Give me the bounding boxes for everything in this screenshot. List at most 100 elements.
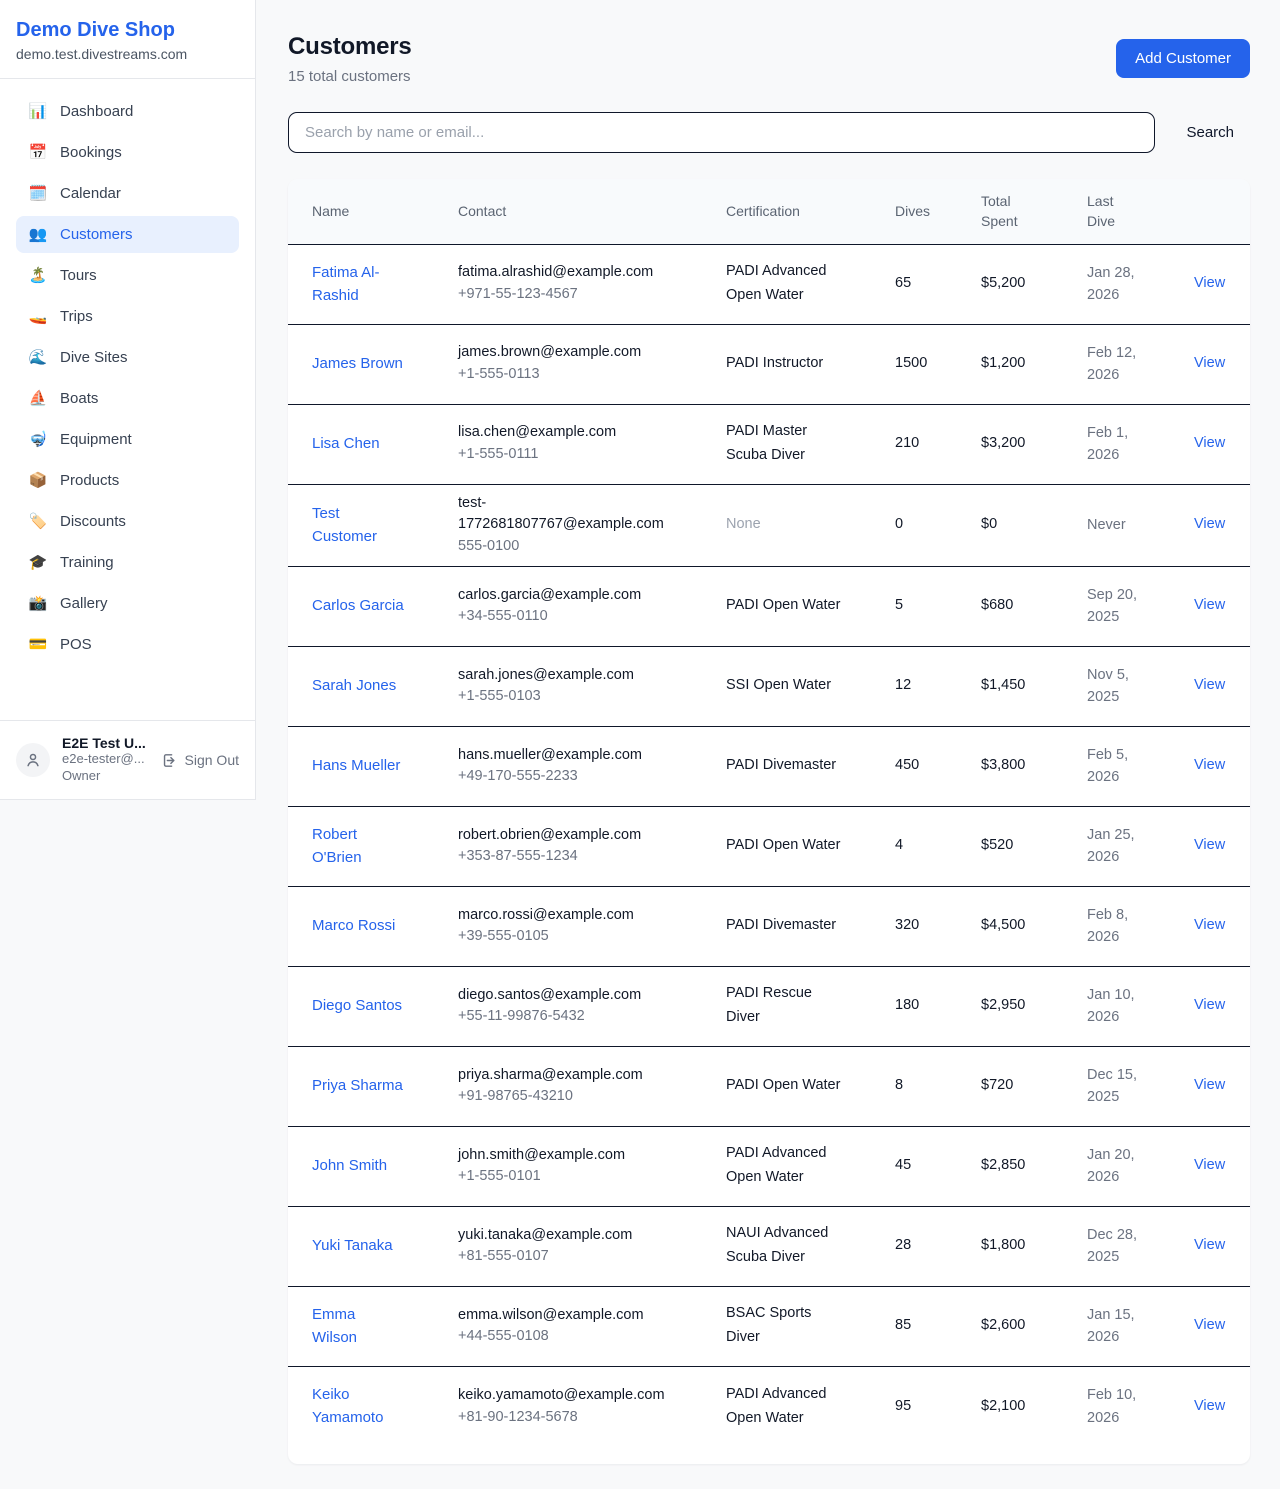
view-customer-link[interactable]: View	[1194, 435, 1225, 451]
sidebar-item-trips[interactable]: 🚤Trips	[16, 298, 239, 335]
customer-certification: PADI Rescue Diver	[726, 982, 846, 1030]
search-input[interactable]	[288, 112, 1155, 153]
sidebar: Demo Dive Shop demo.test.divestreams.com…	[0, 0, 256, 800]
customer-total-spent: $720	[981, 1046, 1087, 1126]
column-header	[1194, 179, 1250, 244]
sign-out-button[interactable]: Sign Out	[161, 752, 239, 769]
wave-icon: 🌊	[28, 350, 48, 365]
user-role: Owner	[62, 768, 149, 785]
customer-certification: PADI Divemaster	[726, 914, 846, 938]
customer-last-dive: Jan 10, 2026	[1087, 984, 1149, 1029]
sidebar-item-boats[interactable]: ⛵Boats	[16, 380, 239, 417]
spiral-calendar-icon: 🗓️	[28, 186, 48, 201]
view-customer-link[interactable]: View	[1194, 837, 1225, 853]
customer-phone: +49-170-555-2233	[458, 766, 714, 788]
customer-total-spent: $0	[981, 484, 1087, 566]
sidebar-item-bookings[interactable]: 📅Bookings	[16, 134, 239, 171]
credit-card-icon: 💳	[28, 637, 48, 652]
customer-total-spent: $4,500	[981, 886, 1087, 966]
view-customer-link[interactable]: View	[1194, 997, 1225, 1013]
brand-link[interactable]: Demo Dive Shop demo.test.divestreams.com	[0, 0, 255, 79]
sidebar-item-gallery[interactable]: 📸Gallery	[16, 585, 239, 622]
customer-dives: 65	[895, 244, 981, 324]
bar-chart-icon: 📊	[28, 104, 48, 119]
island-icon: 🏝️	[28, 268, 48, 283]
customer-last-dive: Feb 5, 2026	[1087, 744, 1149, 789]
sidebar-item-dashboard[interactable]: 📊Dashboard	[16, 93, 239, 130]
sidebar-item-label: Equipment	[60, 431, 132, 448]
customer-name-link[interactable]: Emma Wilson	[312, 1303, 404, 1350]
view-customer-link[interactable]: View	[1194, 1077, 1225, 1093]
customer-last-dive: Nov 5, 2025	[1087, 664, 1149, 709]
person-icon	[24, 751, 42, 769]
customers-table: NameContactCertificationDivesTotal Spent…	[288, 179, 1250, 1446]
view-customer-link[interactable]: View	[1194, 597, 1225, 613]
customer-name-link[interactable]: Hans Mueller	[312, 754, 400, 777]
customer-email: diego.santos@example.com	[458, 985, 680, 1007]
customer-name-link[interactable]: Diego Santos	[312, 994, 402, 1017]
view-customer-link[interactable]: View	[1194, 1237, 1225, 1253]
customers-table-card: NameContactCertificationDivesTotal Spent…	[288, 179, 1250, 1464]
view-customer-link[interactable]: View	[1194, 1317, 1225, 1333]
table-row: John Smithjohn.smith@example.com+1-555-0…	[288, 1126, 1250, 1206]
customer-name-link[interactable]: Sarah Jones	[312, 674, 396, 697]
view-customer-link[interactable]: View	[1194, 355, 1225, 371]
search-button[interactable]: Search	[1186, 116, 1234, 149]
view-customer-link[interactable]: View	[1194, 1398, 1225, 1414]
page-title: Customers	[288, 33, 412, 61]
sidebar-item-calendar[interactable]: 🗓️Calendar	[16, 175, 239, 212]
customer-certification: PADI Open Water	[726, 834, 846, 858]
column-header: Contact	[458, 179, 726, 244]
customer-name-link[interactable]: Robert O'Brien	[312, 823, 404, 870]
table-row: Fatima Al-Rashidfatima.alrashid@example.…	[288, 244, 1250, 324]
customer-email: marco.rossi@example.com	[458, 905, 680, 927]
customer-certification: PADI Divemaster	[726, 754, 846, 778]
table-header: NameContactCertificationDivesTotal Spent…	[288, 179, 1250, 244]
view-customer-link[interactable]: View	[1194, 275, 1225, 291]
customer-phone: +1-555-0103	[458, 686, 714, 708]
sidebar-item-pos[interactable]: 💳POS	[16, 626, 239, 663]
customer-name-link[interactable]: John Smith	[312, 1154, 387, 1177]
table-row: Yuki Tanakayuki.tanaka@example.com+81-55…	[288, 1206, 1250, 1286]
customer-name-link[interactable]: Fatima Al-Rashid	[312, 261, 404, 308]
view-customer-link[interactable]: View	[1194, 917, 1225, 933]
view-customer-link[interactable]: View	[1194, 1157, 1225, 1173]
view-customer-link[interactable]: View	[1194, 757, 1225, 773]
customer-total-spent: $2,600	[981, 1286, 1087, 1366]
sidebar-item-equipment[interactable]: 🤿Equipment	[16, 421, 239, 458]
sidebar-item-dive-sites[interactable]: 🌊Dive Sites	[16, 339, 239, 376]
sidebar-item-discounts[interactable]: 🏷️Discounts	[16, 503, 239, 540]
customer-name-link[interactable]: Carlos Garcia	[312, 594, 404, 617]
customer-dives: 5	[895, 566, 981, 646]
sidebar-item-products[interactable]: 📦Products	[16, 462, 239, 499]
search-bar: Search	[288, 112, 1250, 153]
customer-phone: +91-98765-43210	[458, 1086, 714, 1108]
customer-name-link[interactable]: Priya Sharma	[312, 1074, 403, 1097]
table-row: Emma Wilsonemma.wilson@example.com+44-55…	[288, 1286, 1250, 1366]
customer-dives: 4	[895, 806, 981, 886]
view-customer-link[interactable]: View	[1194, 677, 1225, 693]
customer-dives: 85	[895, 1286, 981, 1366]
sidebar-item-customers[interactable]: 👥Customers	[16, 216, 239, 253]
customer-total-spent: $5,200	[981, 244, 1087, 324]
customer-total-spent: $680	[981, 566, 1087, 646]
customer-name-link[interactable]: Keiko Yamamoto	[312, 1383, 404, 1430]
customer-name-link[interactable]: Test Customer	[312, 502, 404, 549]
view-customer-link[interactable]: View	[1194, 516, 1225, 532]
customer-name-link[interactable]: Lisa Chen	[312, 432, 380, 455]
customer-name-link[interactable]: James Brown	[312, 352, 403, 375]
customer-last-dive: Jan 25, 2026	[1087, 824, 1149, 869]
customer-name-link[interactable]: Yuki Tanaka	[312, 1234, 393, 1257]
customers-table-body: Fatima Al-Rashidfatima.alrashid@example.…	[288, 244, 1250, 1446]
customer-certification: PADI Advanced Open Water	[726, 260, 846, 308]
sidebar-item-tours[interactable]: 🏝️Tours	[16, 257, 239, 294]
customer-email: sarah.jones@example.com	[458, 665, 680, 687]
customer-total-spent: $520	[981, 806, 1087, 886]
add-customer-button[interactable]: Add Customer	[1116, 39, 1250, 78]
brand-domain: demo.test.divestreams.com	[16, 46, 239, 62]
sidebar-item-training[interactable]: 🎓Training	[16, 544, 239, 581]
customer-count: 15 total customers	[288, 68, 412, 85]
customer-certification: NAUI Advanced Scuba Diver	[726, 1222, 846, 1270]
customer-phone: +34-555-0110	[458, 606, 714, 628]
customer-name-link[interactable]: Marco Rossi	[312, 914, 395, 937]
